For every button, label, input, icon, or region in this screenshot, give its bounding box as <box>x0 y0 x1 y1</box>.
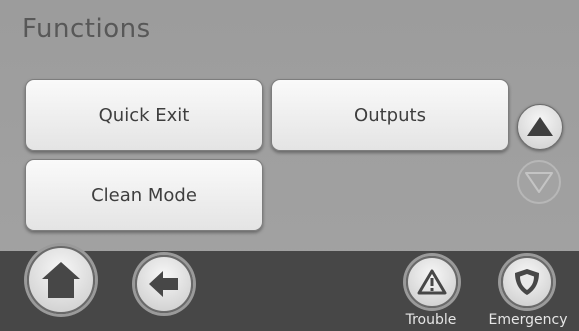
home-icon <box>42 262 80 298</box>
arrow-down-icon <box>525 172 553 193</box>
back-button[interactable] <box>135 255 193 313</box>
trouble-button[interactable] <box>406 256 458 308</box>
warning-triangle-icon <box>417 269 447 295</box>
outputs-button[interactable]: Outputs <box>271 79 509 151</box>
scroll-down-button[interactable] <box>517 160 561 204</box>
emergency-button[interactable] <box>501 256 553 308</box>
page-title: Functions <box>22 14 151 44</box>
functions-screen: Functions Quick Exit Outputs Clean Mode … <box>0 0 579 331</box>
scroll-up-button[interactable] <box>517 104 563 150</box>
trouble-label: Trouble <box>405 312 457 328</box>
arrow-up-icon <box>527 117 553 136</box>
shield-icon <box>515 269 539 295</box>
emergency-label: Emergency <box>488 312 568 328</box>
home-button[interactable] <box>27 246 95 314</box>
back-arrow-icon <box>149 271 178 297</box>
quick-exit-button[interactable]: Quick Exit <box>25 79 263 151</box>
clean-mode-button[interactable]: Clean Mode <box>25 159 263 231</box>
